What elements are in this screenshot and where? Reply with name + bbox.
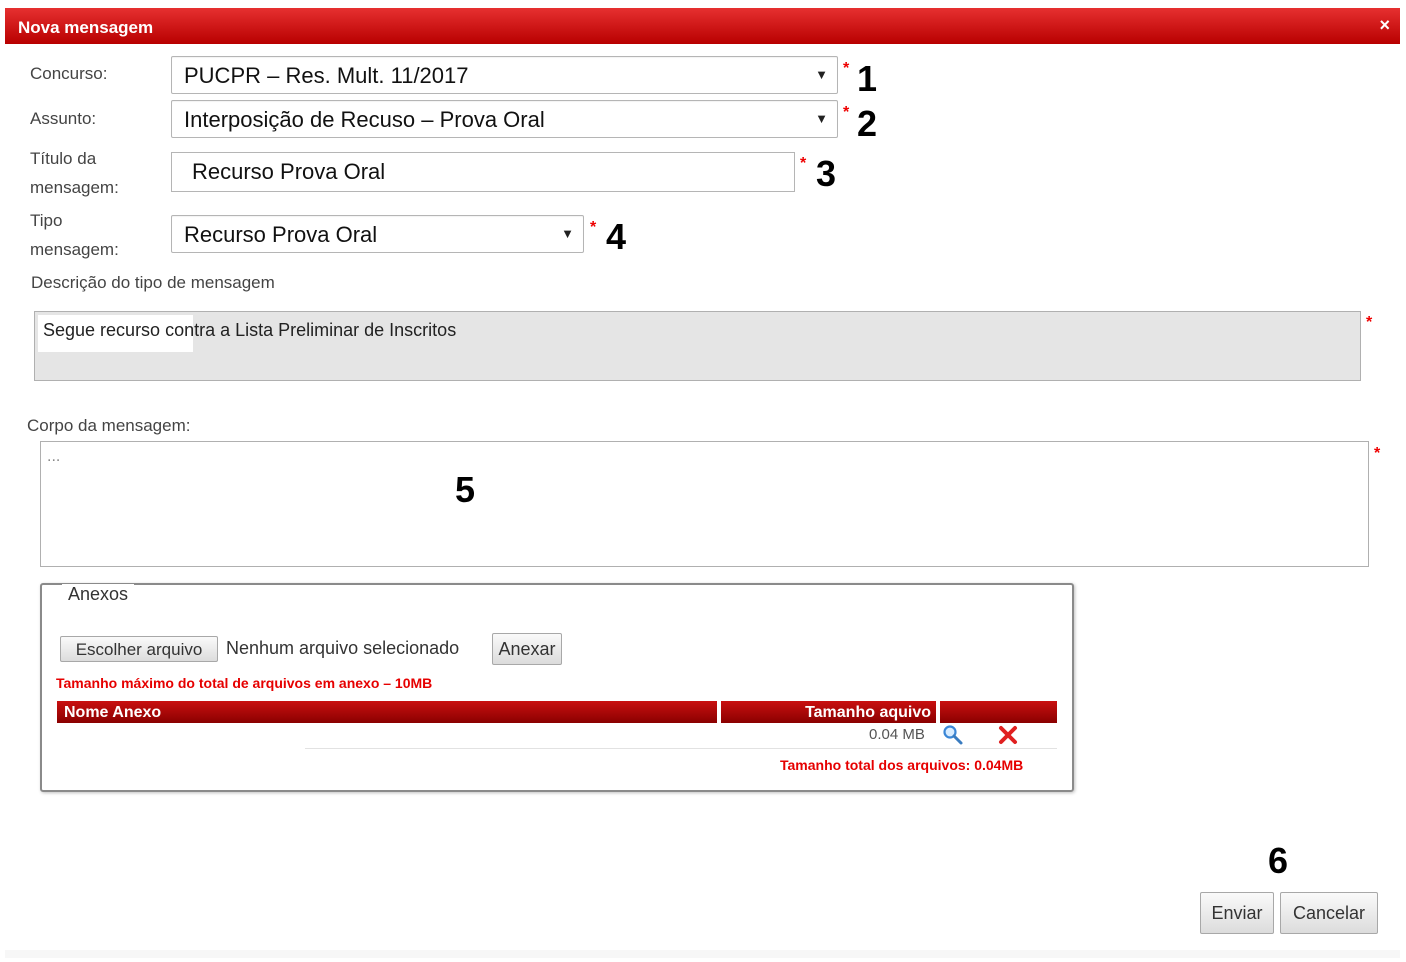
titulo-label-line2: mensagem: <box>30 178 119 197</box>
required-marker: * <box>800 155 807 172</box>
delete-x-icon[interactable] <box>998 725 1018 750</box>
attach-button[interactable]: Anexar <box>492 633 562 665</box>
anexos-legend: Anexos <box>62 584 135 605</box>
row-divider <box>305 748 1057 749</box>
dialog-title-bar: Nova mensagem × <box>5 8 1400 44</box>
max-size-note: Tamanho máximo do total de arquivos em a… <box>56 675 433 691</box>
dialog-title: Nova mensagem <box>18 18 154 37</box>
tipo-select[interactable]: Recurso Prova Oral ▼ <box>171 215 584 253</box>
corpo-label: Corpo da mensagem: <box>27 416 191 435</box>
cancel-button[interactable]: Cancelar <box>1280 892 1378 934</box>
total-size-note: Tamanho total dos arquivos: 0.04MB <box>780 757 1024 773</box>
close-icon[interactable]: × <box>1379 15 1390 36</box>
annotation-4: 4 <box>606 216 627 257</box>
dialog-bottom-edge <box>5 950 1400 958</box>
magnifier-icon[interactable] <box>942 724 964 751</box>
corpo-text: ... <box>47 448 61 465</box>
titulo-value: Recurso Prova Oral <box>192 159 386 184</box>
descricao-label: Descrição do tipo de mensagem <box>31 273 275 292</box>
assunto-value: Interposição de Recuso – Prova Oral <box>184 107 545 132</box>
annotation-3: 3 <box>816 153 837 194</box>
tipo-label-line1: Tipo <box>30 211 63 230</box>
chevron-down-icon: ▼ <box>815 111 828 126</box>
annotation-6: 6 <box>1268 840 1289 881</box>
required-marker: * <box>1366 314 1373 331</box>
required-marker: * <box>590 219 597 236</box>
assunto-label: Assunto: <box>30 109 97 128</box>
required-marker: * <box>843 104 850 121</box>
tipo-label-line2: mensagem: <box>30 240 119 259</box>
required-marker: * <box>1374 445 1381 462</box>
tipo-value: Recurso Prova Oral <box>184 222 378 247</box>
titulo-label-line1: Título da <box>30 149 97 168</box>
chevron-down-icon: ▼ <box>561 226 574 241</box>
descricao-box: Segue recurso contra a Lista Preliminar … <box>34 311 1361 381</box>
chevron-down-icon: ▼ <box>815 67 828 82</box>
choose-file-button[interactable]: Escolher arquivo <box>60 636 218 662</box>
column-header-size: Tamanho aquivo <box>721 701 936 723</box>
titulo-input[interactable]: Recurso Prova Oral <box>171 152 795 192</box>
corpo-textarea[interactable]: ... <box>40 441 1369 567</box>
annotation-1: 1 <box>857 58 878 99</box>
concurso-select[interactable]: PUCPR – Res. Mult. 11/2017 ▼ <box>171 56 838 94</box>
assunto-select[interactable]: Interposição de Recuso – Prova Oral ▼ <box>171 100 838 138</box>
concurso-label: Concurso: <box>30 64 108 83</box>
send-button[interactable]: Enviar <box>1200 892 1274 934</box>
attachment-size: 0.04 MB <box>869 726 925 743</box>
concurso-value: PUCPR – Res. Mult. 11/2017 <box>184 63 469 88</box>
table-row: 0.04 MB <box>57 722 1057 748</box>
no-file-text: Nenhum arquivo selecionado <box>226 638 460 658</box>
required-marker: * <box>843 60 850 77</box>
column-header-actions <box>940 701 1057 723</box>
column-header-name: Nome Anexo <box>57 701 717 723</box>
descricao-text: Segue recurso contra a Lista Preliminar … <box>43 320 457 340</box>
annotation-5: 5 <box>455 469 476 510</box>
annotation-2: 2 <box>857 103 878 144</box>
